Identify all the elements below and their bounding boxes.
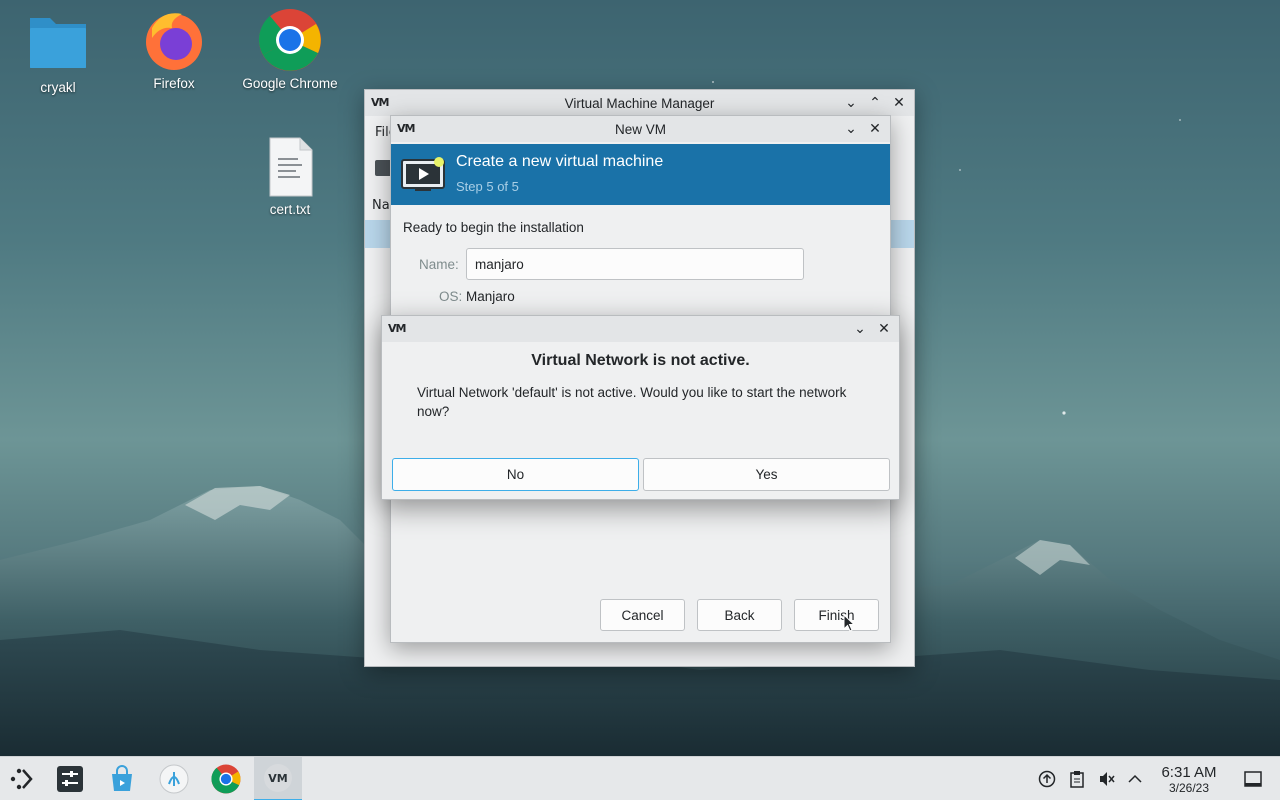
desktop-icon-firefox[interactable]: Firefox xyxy=(119,8,229,91)
chrome-icon[interactable] xyxy=(204,757,248,800)
desktop-icon-label: cert.txt xyxy=(269,202,311,217)
desktop-icon-label: Google Chrome xyxy=(242,76,338,91)
updates-icon[interactable] xyxy=(1036,757,1058,800)
minimize-icon[interactable]: ⌄ xyxy=(842,94,860,112)
firefox-icon xyxy=(142,8,206,72)
vmm-titlebar[interactable]: VM Virtual Machine Manager ⌄ ⌃ ✕ xyxy=(365,90,914,116)
show-desktop-icon[interactable] xyxy=(1242,757,1264,800)
clock-time: 6:31 AM xyxy=(1161,764,1217,781)
virt-manager-icon[interactable]: VM xyxy=(254,757,302,800)
clock[interactable]: 6:31 AM 3/26/23 xyxy=(1150,757,1228,800)
volume-muted-icon[interactable] xyxy=(1096,757,1118,800)
no-button[interactable]: No xyxy=(392,458,639,491)
dialog-message: Virtual Network 'default' is not active.… xyxy=(417,385,847,419)
minimize-icon[interactable]: ⌄ xyxy=(842,120,860,138)
minimize-icon[interactable]: ⌄ xyxy=(851,320,869,338)
discover-store-icon[interactable] xyxy=(100,757,144,800)
kde-connect-icon[interactable] xyxy=(152,757,196,800)
dialog-heading: Virtual Network is not active. xyxy=(531,352,750,369)
monitor-play-icon xyxy=(401,156,445,192)
window-title: Virtual Machine Manager xyxy=(564,95,715,111)
wizard-title: Create a new virtual machine xyxy=(456,153,664,170)
cancel-button[interactable]: Cancel xyxy=(600,599,685,631)
window-title: New VM xyxy=(614,121,666,137)
back-button[interactable]: Back xyxy=(697,599,782,631)
desktop-icon-label: Firefox xyxy=(153,76,195,91)
desktop-icon-chrome[interactable]: Google Chrome xyxy=(235,8,345,91)
vm-name-input[interactable] xyxy=(466,248,804,280)
chrome-icon xyxy=(258,8,322,72)
virt-manager-icon: VM xyxy=(388,322,406,335)
expand-tray-icon[interactable] xyxy=(1126,757,1144,800)
virt-manager-icon: VM xyxy=(397,122,415,135)
ready-text: Ready to begin the installation xyxy=(403,220,584,235)
clipboard-icon[interactable] xyxy=(1066,757,1088,800)
close-icon[interactable]: ✕ xyxy=(866,120,884,138)
clock-date: 3/26/23 xyxy=(1168,781,1210,795)
wizard-step: Step 5 of 5 xyxy=(456,179,519,194)
finish-button[interactable]: Finish xyxy=(794,599,879,631)
virt-manager-icon: VM xyxy=(371,96,389,109)
newvm-titlebar[interactable]: VM New VM ⌄ ✕ xyxy=(391,116,890,142)
close-icon[interactable]: ✕ xyxy=(890,94,908,112)
desktop-icon-cert[interactable]: cert.txt xyxy=(235,136,345,217)
app-launcher-icon[interactable] xyxy=(0,757,44,800)
folder-icon xyxy=(26,12,90,76)
name-label: Name: xyxy=(419,257,459,272)
system-settings-icon[interactable] xyxy=(48,757,92,800)
close-icon[interactable]: ✕ xyxy=(875,320,893,338)
os-value: Manjaro xyxy=(466,289,515,304)
maximize-icon[interactable]: ⌃ xyxy=(866,94,884,112)
text-file-icon xyxy=(258,136,322,198)
yes-button[interactable]: Yes xyxy=(643,458,890,491)
dialog-titlebar[interactable]: VM ⌄ ✕ xyxy=(382,316,899,342)
network-dialog: VM ⌄ ✕ Virtual Network is not active. Vi… xyxy=(381,315,900,500)
taskbar: VM 6:31 AM 3/26/23 xyxy=(0,756,1280,800)
mouse-cursor-icon xyxy=(843,613,856,632)
desktop-icon-label: cryakl xyxy=(40,80,76,95)
wizard-header: Create a new virtual machine Step 5 of 5 xyxy=(391,144,890,205)
svg-text:VM: VM xyxy=(268,772,287,785)
desktop-icon-folder[interactable]: cryakl xyxy=(3,12,113,95)
os-label: OS: xyxy=(439,289,463,304)
